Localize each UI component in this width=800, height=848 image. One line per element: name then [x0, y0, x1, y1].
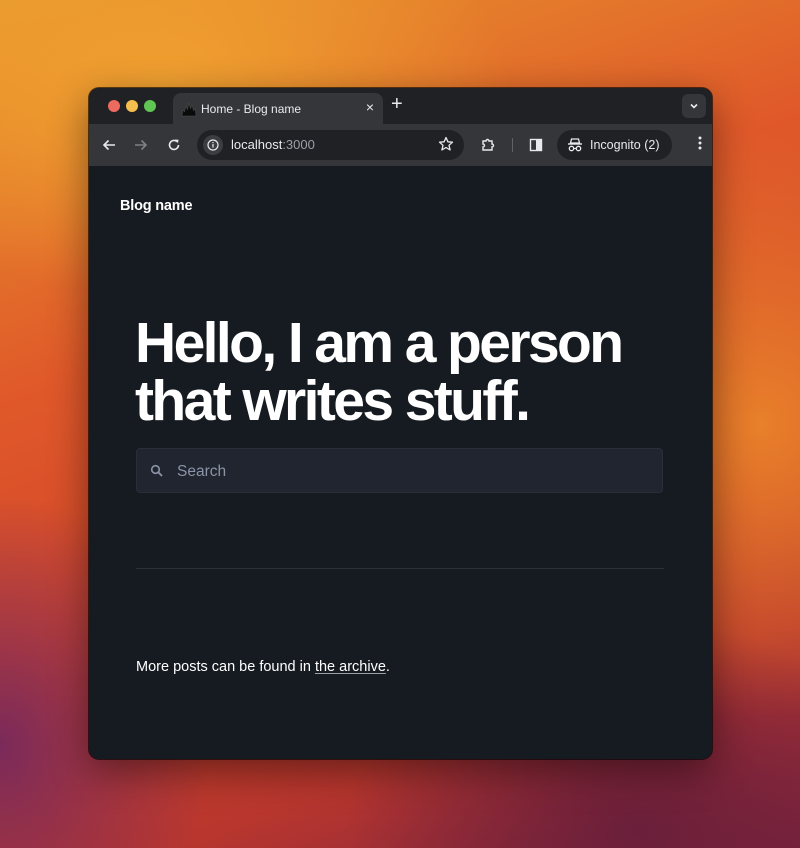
arrow-left-icon: [102, 139, 115, 151]
hero-line-2: that writes stuff.: [135, 369, 531, 433]
search-box[interactable]: [136, 448, 663, 494]
tab-home[interactable]: Home - Blog name ×: [173, 93, 383, 124]
back-button[interactable]: [99, 135, 119, 155]
close-tab-icon[interactable]: ×: [366, 99, 374, 115]
browser-menu-button[interactable]: [698, 135, 702, 156]
tab-search-button[interactable]: [682, 94, 706, 118]
url-host: localhost: [231, 137, 283, 152]
arrow-right-icon: [135, 139, 148, 151]
reload-button[interactable]: [164, 135, 184, 155]
incognito-icon: [567, 137, 583, 158]
archive-note-text: More posts can be found in: [136, 658, 315, 675]
hero-line-1: Hello, I am a person: [135, 311, 624, 375]
maximize-window-button[interactable]: [144, 100, 156, 112]
section-divider: [136, 568, 664, 569]
incognito-label: Incognito (2): [590, 138, 660, 152]
side-panel-button[interactable]: [526, 135, 546, 155]
url-port: :3000: [282, 137, 315, 152]
chevron-down-icon: [690, 103, 698, 109]
flame-logo-icon: [181, 101, 197, 117]
archive-note: More posts can be found in the archive.: [136, 659, 390, 675]
site-title-link[interactable]: Blog name: [120, 198, 193, 214]
tab-strip: Home - Blog name × +: [89, 88, 712, 124]
search-icon: [150, 464, 164, 483]
search-input[interactable]: [175, 449, 649, 494]
new-tab-button[interactable]: +: [391, 94, 403, 114]
archive-note-period: .: [385, 658, 390, 675]
puzzle-icon: [482, 138, 495, 151]
bookmark-star-icon[interactable]: [438, 136, 454, 157]
address-bar[interactable]: localhost:3000: [197, 130, 464, 160]
tab-title: Home - Blog name: [201, 102, 302, 116]
url-text[interactable]: localhost:3000: [231, 137, 315, 152]
close-window-button[interactable]: [108, 100, 120, 112]
browser-toolbar: localhost:3000 Incognito (2): [89, 124, 712, 166]
site-info-icon[interactable]: [203, 135, 223, 155]
side-panel-icon: [529, 138, 543, 152]
forward-button[interactable]: [131, 135, 151, 155]
page-content: Blog name Hello, I am a person that write…: [89, 166, 712, 759]
archive-link[interactable]: the archive: [315, 659, 386, 675]
extensions-button[interactable]: [478, 135, 498, 155]
reload-icon: [168, 139, 180, 151]
browser-window: Home - Blog name × + localhost:3000 Inco…: [89, 88, 712, 759]
hero-heading: Hello, I am a person that writes stuff.: [135, 314, 675, 430]
kebab-menu-icon: [698, 136, 702, 150]
toolbar-divider: [512, 138, 513, 152]
minimize-window-button[interactable]: [126, 100, 138, 112]
incognito-button[interactable]: Incognito (2): [557, 130, 672, 160]
